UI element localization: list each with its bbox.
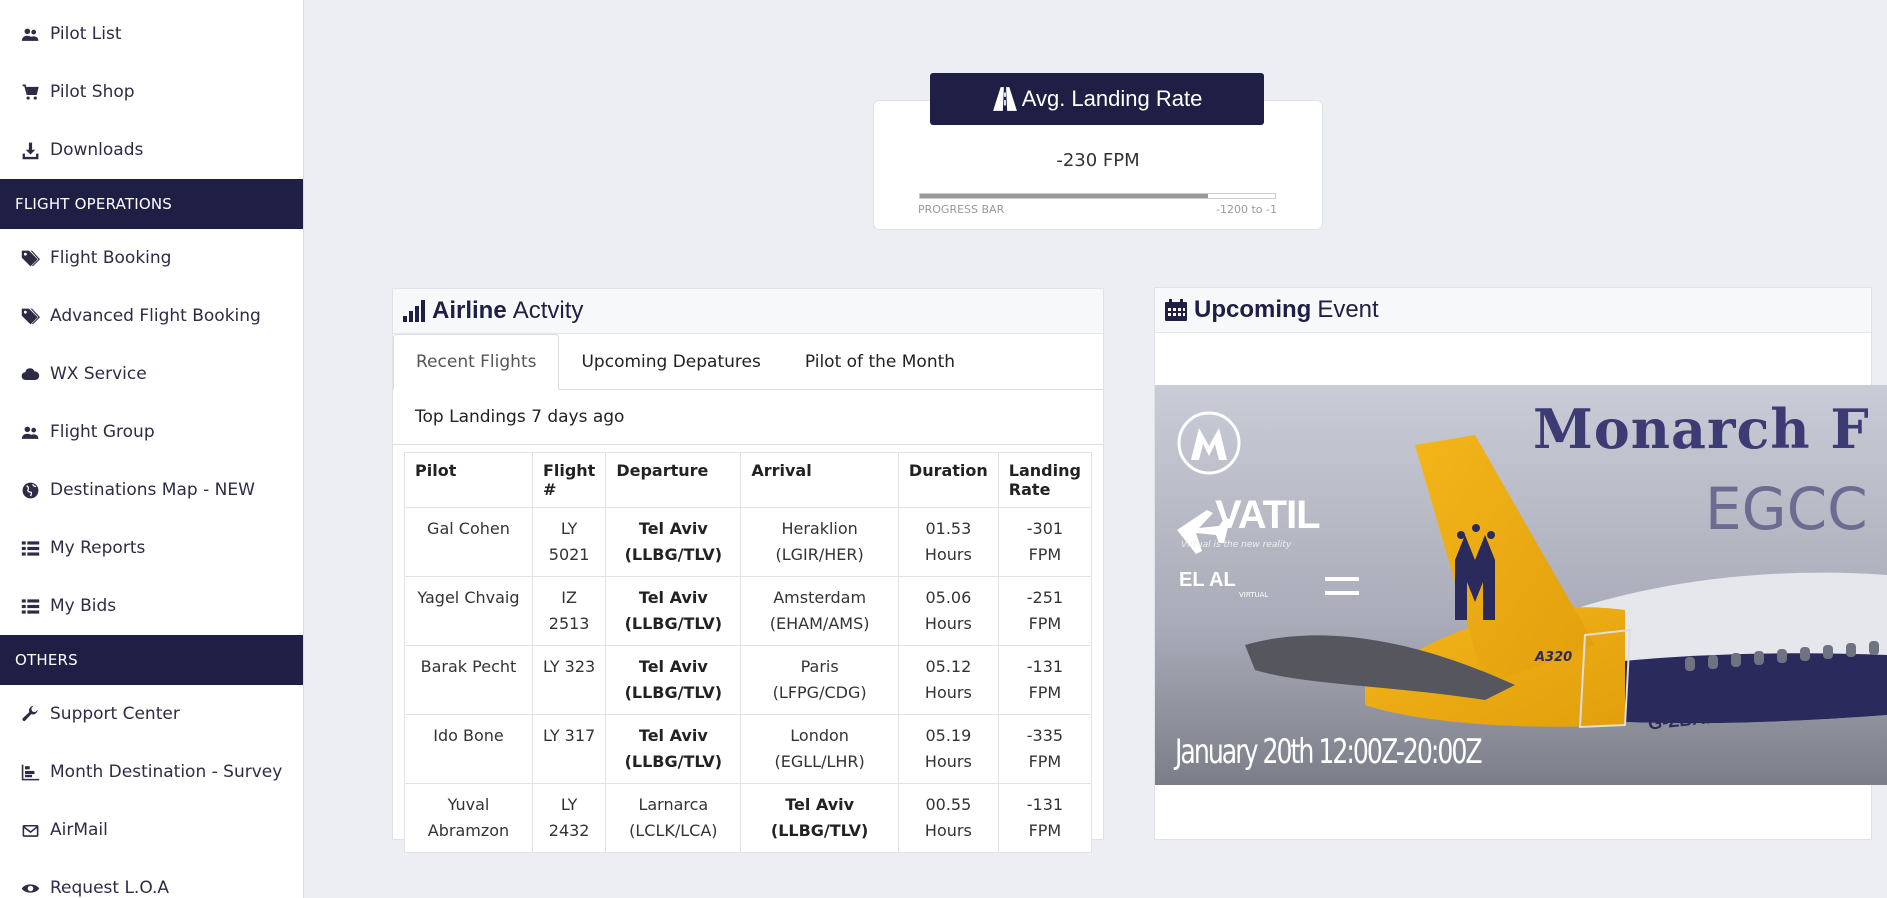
cell-landing-rate: -335 FPM [997, 714, 1093, 784]
panel-title-bold: Upcoming [1194, 296, 1312, 323]
table-row: Ido Bone LY 317 Tel Aviv (LLBG/TLV) Lond… [404, 714, 1093, 784]
column-header: Departure [605, 452, 742, 508]
cell-departure: Tel Aviv (LLBG/TLV) [605, 507, 742, 577]
cell-flight: LY 5021 [531, 507, 607, 577]
cell-pilot: Yagel Chvaig [404, 576, 533, 646]
cell-flight: LY 323 [531, 645, 607, 715]
cell-arrival: London (EGLL/LHR) [740, 714, 899, 784]
panel-title: Event [1317, 296, 1379, 323]
cell-arrival: Paris (LFPG/CDG) [740, 645, 899, 715]
cell-departure: Tel Aviv (LLBG/TLV) [605, 576, 742, 646]
calendar-icon [1165, 299, 1187, 321]
cell-duration: 05.06 Hours [897, 576, 999, 646]
table-row: Yagel Chvaig IZ 2513 Tel Aviv (LLBG/TLV)… [404, 576, 1093, 646]
elal-logo: EL AL [1179, 569, 1236, 591]
vatil-tagline: Virtual is the new reality [1181, 540, 1292, 550]
cell-pilot: Yuval Abramzon [404, 783, 533, 853]
column-header: Landing Rate [997, 452, 1093, 508]
cell-duration: 01.53 Hours [897, 507, 999, 577]
table-row: Barak Pecht LY 323 Tel Aviv (LLBG/TLV) P… [404, 645, 1093, 715]
cell-pilot: Barak Pecht [404, 645, 533, 715]
cell-duration: 05.12 Hours [897, 645, 999, 715]
column-header: Arrival [740, 452, 899, 508]
cell-pilot: Gal Cohen [404, 507, 533, 577]
banner-headline: Monarch F [1533, 397, 1870, 461]
cell-departure: Tel Aviv (LLBG/TLV) [605, 645, 742, 715]
cell-duration: 05.19 Hours [897, 714, 999, 784]
cell-flight: LY 317 [531, 714, 607, 784]
cell-departure: Tel Aviv (LLBG/TLV) [605, 714, 742, 784]
column-header: Pilot [404, 452, 533, 508]
cell-duration: 00.55 Hours [897, 783, 999, 853]
table-header-row: Pilot Flight # Departure Arrival Duratio… [404, 452, 1093, 508]
cell-landing-rate: -131 FPM [997, 783, 1093, 853]
cell-flight: IZ 2513 [531, 576, 607, 646]
banner-date: January 20th 12:00Z-20:00Z [1175, 731, 1483, 772]
cell-flight: LY 2432 [531, 783, 607, 853]
vatil-logo: VATIL [1215, 493, 1321, 537]
column-header: Flight # [531, 452, 607, 508]
elal-sub: VIRTUAL [1239, 591, 1269, 599]
column-header: Duration [897, 452, 999, 508]
table-row: Yuval Abramzon LY 2432 Larnarca (LCLK/LC… [404, 783, 1093, 853]
panel-heading: Upcoming Event [1155, 288, 1871, 333]
cell-landing-rate: -301 FPM [997, 507, 1093, 577]
aircraft-type-label: A320 [1535, 650, 1573, 665]
event-banner-image[interactable]: Monarch F EGCC - LL VATIL Virtual is the… [1155, 385, 1887, 785]
cell-pilot: Ido Bone [404, 714, 533, 784]
table-row: Gal Cohen LY 5021 Tel Aviv (LLBG/TLV) He… [404, 507, 1093, 577]
cell-landing-rate: -131 FPM [997, 645, 1093, 715]
flights-table: Pilot Flight # Departure Arrival Duratio… [404, 452, 1093, 853]
cell-arrival: Tel Aviv (LLBG/TLV) [740, 783, 899, 853]
banner-route: EGCC - LL [1705, 475, 1887, 543]
cell-departure: Larnarca (LCLK/LCA) [605, 783, 742, 853]
cell-landing-rate: -251 FPM [997, 576, 1093, 646]
cell-arrival: Amsterdam (EHAM/AMS) [740, 576, 899, 646]
cell-arrival: Heraklion (LGIR/HER) [740, 507, 899, 577]
